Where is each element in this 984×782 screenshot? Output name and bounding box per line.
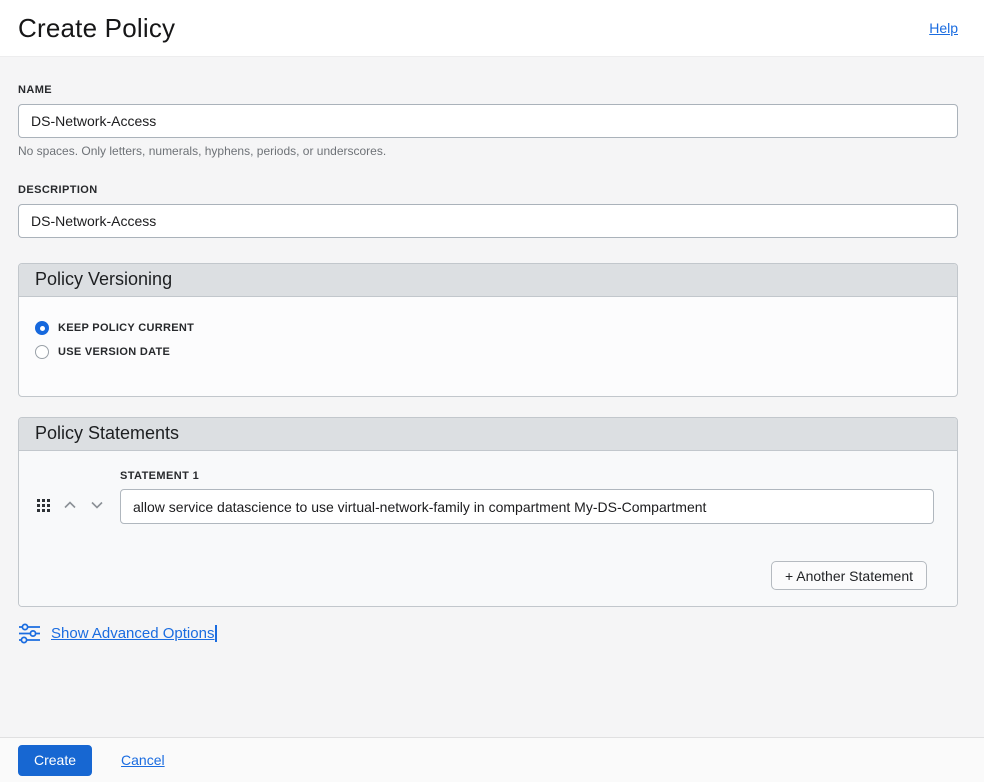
radio-keep-policy-current[interactable]: KEEP POLICY CURRENT: [35, 321, 941, 335]
add-another-statement-button[interactable]: + Another Statement: [770, 561, 927, 590]
name-helper-text: No spaces. Only letters, numerals, hyphe…: [18, 144, 387, 158]
statement-input[interactable]: [120, 489, 934, 524]
add-statement-row: + Another Statement: [19, 524, 957, 590]
main-content: NAME No spaces. Only letters, numerals, …: [0, 57, 984, 737]
page-title: Create Policy: [18, 12, 176, 43]
policy-versioning-header: Policy Versioning: [19, 264, 957, 297]
policy-statements-header: Policy Statements: [19, 418, 957, 451]
page-footer: Create Cancel: [0, 737, 984, 782]
statement-row-controls: [35, 496, 106, 514]
name-input[interactable]: [18, 104, 958, 138]
cancel-link[interactable]: Cancel: [121, 752, 165, 768]
sliders-icon: [18, 622, 41, 645]
create-button[interactable]: Create: [18, 744, 93, 776]
radio-label: USE VERSION DATE: [58, 346, 171, 358]
drag-handle-icon[interactable]: [35, 497, 52, 514]
policy-statements-body: STATEMENT 1 + Another Statement: [19, 451, 957, 606]
description-input[interactable]: [18, 204, 958, 238]
radio-use-version-date[interactable]: USE VERSION DATE: [35, 345, 941, 359]
policy-versioning-section: Policy Versioning KEEP POLICY CURRENT US…: [18, 263, 958, 397]
radio-label: KEEP POLICY CURRENT: [58, 322, 195, 334]
name-field-group: NAME No spaces. Only letters, numerals, …: [18, 84, 958, 158]
show-advanced-options-link[interactable]: Show Advanced Options: [51, 625, 214, 642]
chevron-up-icon: [64, 501, 76, 509]
policy-versioning-body: KEEP POLICY CURRENT USE VERSION DATE: [19, 297, 957, 396]
policy-statements-title: Policy Statements: [35, 423, 180, 443]
radio-icon: [35, 321, 49, 335]
radio-icon: [35, 345, 49, 359]
statement-field-group: STATEMENT 1: [120, 470, 934, 524]
name-label: NAME: [18, 84, 52, 96]
help-link[interactable]: Help: [929, 20, 958, 36]
statement-row: STATEMENT 1: [19, 470, 957, 524]
description-label: DESCRIPTION: [18, 184, 98, 196]
statement-label: STATEMENT 1: [120, 470, 200, 482]
policy-statements-section: Policy Statements STATEMENT 1 allow serv…: [18, 417, 958, 607]
page-header: Create Policy Help: [0, 0, 984, 57]
text-caret: [215, 625, 218, 642]
move-down-button[interactable]: [88, 496, 106, 514]
description-field-group: DESCRIPTION: [18, 184, 958, 238]
move-up-button[interactable]: [61, 496, 79, 514]
chevron-down-icon: [91, 501, 103, 509]
policy-versioning-title: Policy Versioning: [35, 269, 173, 289]
advanced-options-row: Show Advanced Options: [18, 622, 958, 645]
